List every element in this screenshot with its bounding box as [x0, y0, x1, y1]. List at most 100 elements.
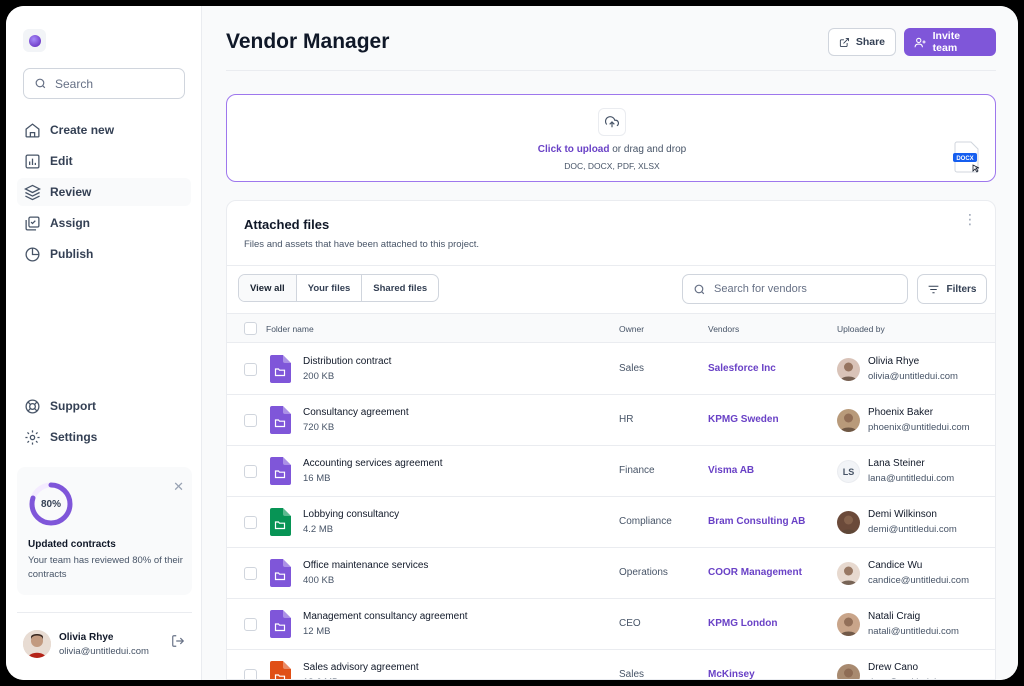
avatar[interactable]	[837, 562, 860, 585]
vendor-search-input[interactable]: Search for vendors	[682, 274, 908, 304]
file-name[interactable]: Distribution contract	[303, 356, 391, 367]
nav-support[interactable]: Support	[17, 392, 191, 420]
more-vertical-icon[interactable]: ⋮	[963, 212, 977, 226]
avatar[interactable]	[837, 613, 860, 636]
table-row[interactable]: Consultancy agreement 720 KB HR KPMG Sweden…	[227, 395, 995, 446]
file-name[interactable]: Accounting services agreement	[303, 458, 443, 469]
file-name[interactable]: Sales advisory agreement	[303, 662, 419, 673]
upload-formats: DOC, DOCX, PDF, XLSX	[564, 161, 660, 171]
tab-shared-files[interactable]: Shared files	[362, 275, 438, 301]
log-out-icon[interactable]	[171, 634, 185, 648]
table-row[interactable]: Office maintenance services 400 KB Operati…	[227, 548, 995, 599]
uploader-email: lana@untitledui.com	[868, 473, 955, 484]
avatar[interactable]: LS	[837, 460, 860, 483]
nav-review[interactable]: Review	[17, 178, 191, 206]
file-size: 4.2 MB	[303, 524, 334, 535]
file-name[interactable]: Management consultancy agreement	[303, 611, 468, 622]
tab-your-files[interactable]: Your files	[297, 275, 363, 301]
table-row[interactable]: Accounting services agreement 16 MB Financ…	[227, 446, 995, 497]
user-name: Olivia Rhye	[59, 632, 114, 643]
select-all-checkbox[interactable]	[244, 322, 257, 335]
nav-label: Publish	[50, 247, 94, 261]
uploader-name: Demi Wilkinson	[868, 509, 937, 520]
nav-assign[interactable]: Assign	[17, 209, 191, 237]
tab-view-all[interactable]: View all	[239, 275, 297, 301]
uploader-email: demi@untitledui.com	[868, 524, 957, 535]
owner-cell: HR	[619, 414, 634, 425]
invite-team-button-label: Invite team	[932, 30, 961, 54]
table-row[interactable]: Sales advisory agreement 18.6 MB Sales McKi…	[227, 650, 995, 679]
file-name[interactable]: Office maintenance services	[303, 560, 428, 571]
row-checkbox[interactable]	[244, 567, 257, 580]
card-title: Attached files	[244, 217, 330, 232]
attached-files-card: Attached files Files and assets that hav…	[226, 200, 996, 680]
vendor-link[interactable]: McKinsey	[708, 669, 755, 679]
file-upload-dropzone[interactable]: Click to upload or drag and drop DOC, DO…	[226, 94, 996, 182]
folder-file-icon	[270, 610, 291, 638]
life-buoy-icon	[25, 398, 40, 414]
filters-button[interactable]: Filters	[917, 274, 987, 304]
avatar[interactable]	[23, 630, 51, 658]
vendor-link[interactable]: Visma AB	[708, 465, 754, 476]
nav-edit[interactable]: Edit	[17, 147, 191, 175]
row-checkbox[interactable]	[244, 363, 257, 376]
nav-publish[interactable]: Publish	[17, 240, 191, 268]
vendor-link[interactable]: COOR Management	[708, 567, 802, 578]
uploader-email: natali@untitledui.com	[868, 626, 959, 637]
row-checkbox[interactable]	[244, 414, 257, 427]
progress-percent: 80%	[40, 498, 61, 510]
avatar-image	[840, 362, 857, 381]
progress-card: 80% ✕ Updated contracts Your team has re…	[17, 467, 192, 595]
table-row[interactable]: Distribution contract 200 KB Sales Salesfor…	[227, 344, 995, 395]
invite-team-button[interactable]: Invite team	[904, 28, 996, 56]
settings-icon	[25, 429, 40, 445]
sidebar-search-input[interactable]: Search	[23, 68, 185, 99]
column-header-folder-name[interactable]: Folder name	[266, 324, 314, 334]
logo-mark-icon	[28, 34, 41, 47]
nav-label: Support	[50, 399, 96, 413]
uploader-name: Phoenix Baker	[868, 407, 934, 418]
docx-file-drag-icon[interactable]: DOCX	[953, 141, 981, 173]
avatar[interactable]	[837, 358, 860, 381]
avatar-image	[844, 668, 853, 678]
avatar-image	[840, 413, 857, 432]
vendor-link[interactable]: Salesforce Inc	[708, 363, 776, 374]
uploader-email: drew@untitledui.com	[868, 677, 957, 679]
owner-cell: CEO	[619, 618, 641, 629]
owner-cell: Compliance	[619, 516, 672, 527]
nav-create-new[interactable]: Create new	[17, 116, 191, 144]
row-checkbox[interactable]	[244, 516, 257, 529]
vendor-link[interactable]: Bram Consulting AB	[708, 516, 805, 527]
main-content: Vendor Manager Share Invite team Click t…	[202, 6, 1018, 680]
vendor-search-placeholder: Search for vendors	[714, 283, 807, 295]
avatar[interactable]	[837, 664, 860, 679]
nav-label: Edit	[50, 154, 73, 168]
row-checkbox[interactable]	[244, 618, 257, 631]
column-header-owner[interactable]: Owner	[619, 324, 644, 334]
file-name[interactable]: Lobbying consultancy	[303, 509, 399, 520]
filter-lines-icon	[929, 285, 939, 293]
nav-settings[interactable]: Settings	[17, 423, 191, 451]
uploader-email: olivia@untitledui.com	[868, 371, 958, 382]
share-button[interactable]: Share	[828, 28, 896, 56]
page-title: Vendor Manager	[226, 30, 390, 53]
vendor-link[interactable]: KPMG London	[708, 618, 777, 629]
vendor-link[interactable]: KPMG Sweden	[708, 414, 779, 425]
share-button-label: Share	[855, 36, 885, 48]
column-header-uploaded-by[interactable]: Uploaded by	[837, 324, 885, 334]
logo[interactable]	[23, 29, 46, 52]
close-icon[interactable]: ✕	[173, 479, 184, 495]
card-subtitle: Files and assets that have been attached…	[244, 239, 480, 250]
search-icon	[35, 78, 46, 89]
row-checkbox[interactable]	[244, 669, 257, 679]
avatar[interactable]	[837, 511, 860, 534]
row-checkbox[interactable]	[244, 465, 257, 478]
avatar[interactable]	[837, 409, 860, 432]
file-size: 720 KB	[303, 422, 335, 433]
owner-cell: Operations	[619, 567, 668, 578]
table-row[interactable]: Lobbying consultancy 4.2 MB Compliance Bram…	[227, 497, 995, 548]
column-header-vendors[interactable]: Vendors	[708, 324, 739, 334]
click-to-upload-link[interactable]: Click to upload	[538, 144, 610, 155]
file-name[interactable]: Consultancy agreement	[303, 407, 409, 418]
table-row[interactable]: Management consultancy agreement 12 MB CEO…	[227, 599, 995, 650]
